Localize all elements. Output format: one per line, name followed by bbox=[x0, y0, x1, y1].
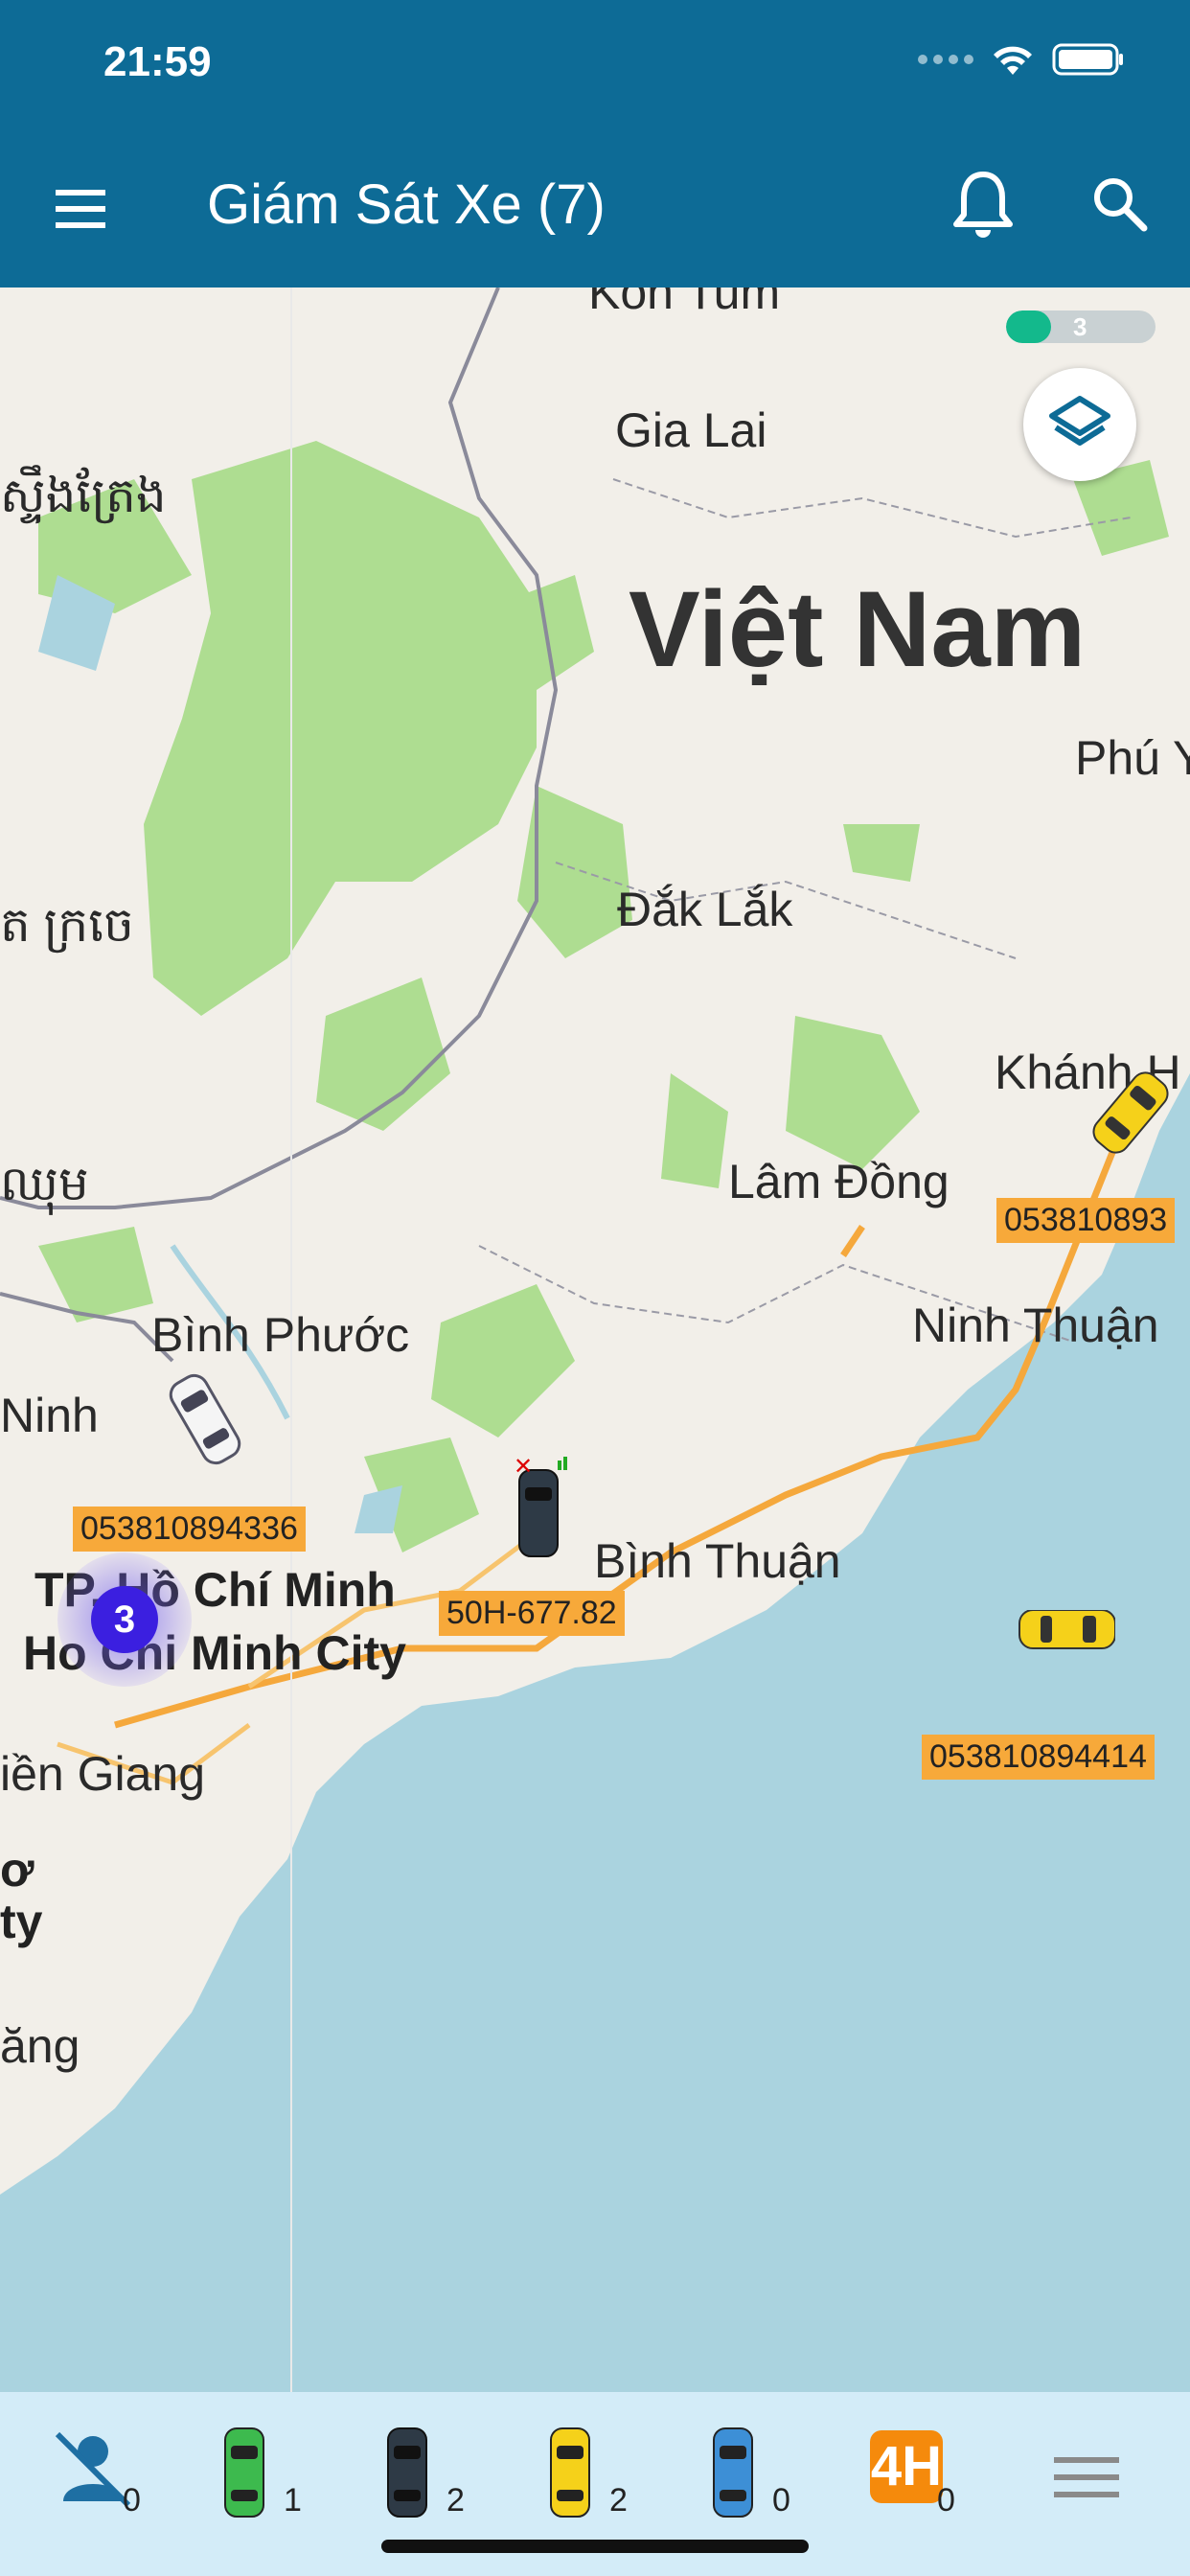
place-label-soc-trang: ăng bbox=[0, 2019, 80, 2073]
place-label-stung-treng: ស្ទឹងត្រែង bbox=[0, 469, 167, 522]
car-blue-icon bbox=[713, 2427, 753, 2518]
app-bar: Giám Sát Xe (7) bbox=[0, 144, 1190, 268]
progress-fill bbox=[1006, 310, 1051, 343]
car-dark-icon bbox=[387, 2427, 427, 2518]
home-indicator bbox=[381, 2540, 809, 2553]
lost-signal-count: 2 bbox=[446, 2482, 465, 2518]
layers-button[interactable] bbox=[1023, 368, 1136, 481]
menu-icon[interactable] bbox=[46, 174, 115, 243]
map-view[interactable]: Kon Tum Gia Lai ស្ទឹងត្រែង Việt Nam Phú … bbox=[0, 288, 1190, 2392]
vehicle-marker-yellow[interactable] bbox=[1000, 1610, 1115, 1687]
over-4h-icon: 4H bbox=[870, 2430, 943, 2503]
cluster-count: 3 bbox=[91, 1586, 158, 1653]
country-label-viet-nam: Việt Nam bbox=[629, 569, 1087, 689]
over-4h-count: 0 bbox=[937, 2482, 955, 2518]
place-label-tien-giang: iền Giang bbox=[0, 1747, 206, 1801]
page-title: Giám Sát Xe (7) bbox=[207, 173, 606, 236]
layers-icon bbox=[1049, 396, 1110, 446]
car-green-icon bbox=[224, 2427, 264, 2518]
car-yellow-icon bbox=[550, 2427, 590, 2518]
filter-no-driver[interactable]: 0 bbox=[50, 2425, 165, 2530]
filter-stopped[interactable]: 2 bbox=[537, 2425, 652, 2530]
parked-count: 0 bbox=[772, 2482, 790, 2518]
place-label-dak-lak: Đắk Lắk bbox=[617, 883, 793, 936]
notification-bell-icon[interactable] bbox=[949, 167, 1018, 243]
place-label-can-tho-2: ty bbox=[0, 1895, 43, 1948]
progress-count: 3 bbox=[1073, 312, 1087, 341]
loading-progress: 3 bbox=[1006, 310, 1156, 343]
place-label-kon-tum: Kon Tum bbox=[588, 288, 781, 319]
filter-running[interactable]: 1 bbox=[211, 2425, 326, 2530]
search-icon[interactable] bbox=[1088, 172, 1152, 236]
svg-text:✕: ✕ bbox=[514, 1455, 533, 1480]
signal-icon bbox=[918, 55, 973, 64]
status-time: 21:59 bbox=[103, 38, 212, 85]
place-label-tay-ninh: Ninh bbox=[0, 1389, 99, 1442]
place-label-lam-dong: Lâm Đồng bbox=[728, 1155, 950, 1208]
vehicle-plate-label[interactable]: 053810894414 bbox=[922, 1735, 1155, 1780]
place-label-ninh-thuan: Ninh Thuận bbox=[912, 1299, 1159, 1352]
place-label-gia-lai: Gia Lai bbox=[615, 403, 767, 457]
filter-parked[interactable]: 0 bbox=[699, 2425, 814, 2530]
vehicle-plate-label[interactable]: 50H-677.82 bbox=[439, 1591, 625, 1636]
battery-icon bbox=[1052, 43, 1123, 76]
filter-over-4h[interactable]: 4H 0 bbox=[864, 2425, 979, 2530]
place-label-phu-yen: Phú Y bbox=[1075, 731, 1190, 785]
place-label-can-tho-1: ơ bbox=[0, 1843, 34, 1897]
vehicle-cluster[interactable]: 3 bbox=[57, 1552, 192, 1687]
filter-lost-signal[interactable]: 2 bbox=[374, 2425, 489, 2530]
place-label-binh-phuoc: Bình Phước bbox=[151, 1308, 410, 1362]
wifi-icon bbox=[994, 46, 1032, 75]
top-bar: 21:59 Giám Sát Xe (7) bbox=[0, 0, 1190, 288]
more-menu-icon[interactable] bbox=[1052, 2453, 1121, 2501]
stopped-count: 2 bbox=[609, 2482, 628, 2518]
place-label-binh-thuan: Bình Thuận bbox=[594, 1534, 841, 1588]
vehicle-marker-dark[interactable]: ✕ bbox=[508, 1455, 575, 1560]
place-label-kratie: ត ក្រចេ bbox=[0, 898, 134, 952]
no-driver-count: 0 bbox=[123, 2482, 141, 2518]
vehicle-marker-white[interactable] bbox=[157, 1367, 253, 1472]
place-label-kampong-cham: ឈុម bbox=[0, 1157, 89, 1210]
vehicle-plate-label[interactable]: 053810894336 bbox=[73, 1506, 306, 1552]
vehicle-plate-label[interactable]: 053810893 bbox=[996, 1198, 1176, 1243]
running-count: 1 bbox=[284, 2482, 302, 2518]
vehicle-marker-yellow[interactable] bbox=[1083, 1060, 1179, 1165]
status-icons bbox=[918, 42, 1125, 77]
